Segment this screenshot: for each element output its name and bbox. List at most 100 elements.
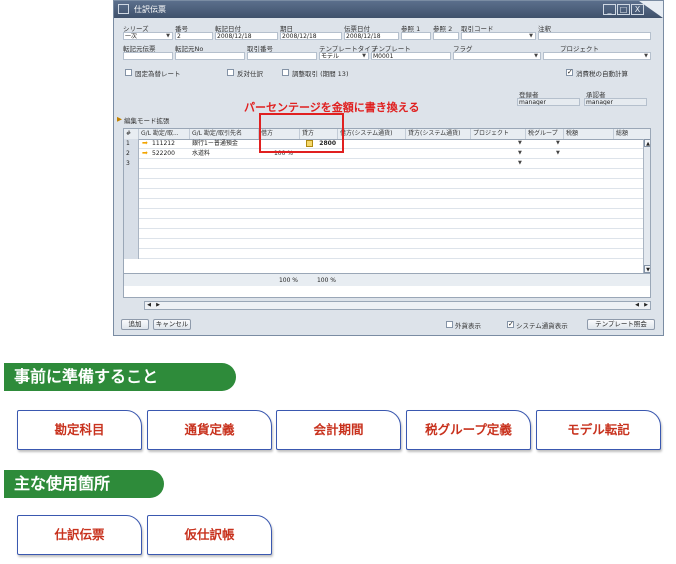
title-bar: 仕訳伝票 _ □ X [114,1,663,18]
highlight-box [259,113,344,153]
row-number: 2 [124,149,139,159]
table-row[interactable] [124,199,650,209]
table-row[interactable] [124,209,650,219]
chevron-down-icon[interactable]: ▼ [556,149,560,159]
chevron-down-icon[interactable]: ▼ [556,139,560,149]
table-row[interactable]: 3 ▼ [124,159,650,169]
row-number [124,219,139,229]
table-row[interactable]: 1 ➡ 111212 銀行1ー普通預金 2800 ▼ ▼ [124,139,650,149]
auto-vat-checkbox[interactable] [566,68,573,76]
account-code[interactable]: 522200 [152,149,175,159]
table-row[interactable] [124,169,650,179]
table-row[interactable] [124,179,650,189]
maximize-button[interactable]: □ [617,4,630,15]
sys-currency-label: システム通貨表示 [516,322,568,330]
prep-item-period[interactable]: 会計期間 [276,410,401,450]
ref2-field[interactable] [433,32,459,40]
cancel-button[interactable]: キャンセル [153,319,191,330]
prep-item-account[interactable]: 勘定科目 [17,410,142,450]
template-type-value: モデル [321,53,340,60]
ref1-field[interactable] [401,32,431,40]
scroll-right-icon[interactable]: ▶ [154,302,162,309]
chevron-down-icon: ▼ [529,33,533,39]
origin-no-field [175,52,245,60]
adjustment-checkbox[interactable] [282,69,289,76]
table-row[interactable] [124,189,650,199]
edit-mode-label[interactable]: 編集モード拡張 [124,115,170,125]
scroll-left-icon[interactable]: ◀ [145,302,153,309]
due-date-field[interactable]: 2008/12/18 [280,32,342,40]
col-header-number: # [124,129,139,139]
title-corner-decoration [639,1,663,18]
creator-field: manager [517,98,580,106]
total-credit: 100 % [316,277,336,284]
indicator-select[interactable]: ▼ [453,52,541,60]
row-number [124,239,139,249]
row-number [124,179,139,189]
project-select[interactable]: ▼ [543,52,651,60]
table-row[interactable] [124,219,650,229]
scroll-left-icon[interactable]: ◀ [633,302,641,309]
journal-lines-grid: # G/L 勘定/取... G/L 勘定/取引先名 借方 貸方 借方(システム通… [123,128,651,298]
minimize-button[interactable]: _ [603,4,616,15]
template-lookup-button[interactable]: テンプレート照会 [587,319,655,330]
add-button[interactable]: 追加 [121,319,149,330]
prep-item-currency[interactable]: 通貨定義 [147,410,272,450]
approver-field: manager [584,98,647,106]
posting-date-field[interactable]: 2008/12/18 [215,32,278,40]
table-row[interactable] [124,239,650,249]
col-header-account: G/L 勘定/取... [139,129,190,139]
auto-vat-label: 消費税の自動計算 [576,70,628,78]
chevron-down-icon[interactable]: ▼ [518,159,522,169]
col-header-tax-amount: 税額 [564,129,614,139]
prep-section-banner: 事前に準備すること [4,363,236,391]
fixed-rate-checkbox[interactable] [125,69,132,76]
link-arrow-icon[interactable]: ➡ [142,149,148,159]
sys-currency-checkbox[interactable] [507,320,514,328]
template-type-select[interactable]: モデル ▼ [319,52,369,60]
usage-section-banner: 主な使用箇所 [4,470,164,498]
col-header-project: プロジェクト [471,129,526,139]
row-number: 3 [124,159,139,169]
number-field[interactable]: 2 [175,32,213,40]
table-row[interactable] [124,249,650,259]
doc-date-field[interactable]: 2008/12/18 [344,32,399,40]
chevron-down-icon: ▼ [166,33,170,39]
expand-triangle-icon[interactable]: ▶ [117,115,122,123]
remarks-field[interactable] [538,32,651,40]
link-arrow-icon[interactable]: ➡ [142,139,148,149]
scroll-down-icon[interactable]: ▼ [644,265,650,273]
horizontal-scrollbar[interactable]: ◀ ▶ ◀ ▶ [144,301,651,310]
account-code[interactable]: 111212 [152,139,175,149]
adjustment-label: 調整取引 (期間 13) [292,70,349,78]
row-number [124,209,139,219]
origin-doc-field [123,52,173,60]
row-number [124,199,139,209]
table-row[interactable] [124,229,650,239]
scroll-right-icon[interactable]: ▶ [642,302,650,309]
scroll-up-icon[interactable]: ▲ [644,139,650,147]
prep-item-model-posting[interactable]: モデル転記 [536,410,661,450]
col-header-debit-sys: 借方(システム通貨) [338,129,406,139]
transaction-no-field [247,52,317,60]
vertical-scrollbar[interactable]: ▲ ▼ [643,139,650,273]
journal-entry-window: 仕訳伝票 _ □ X シリーズ 番号 転記日付 期日 伝票日付 参照 1 参照 … [113,0,664,336]
template-field[interactable]: M0001 [371,52,451,60]
window-icon [118,4,129,14]
fc-display-label: 外貨表示 [455,322,481,330]
usage-item-journal-entry[interactable]: 仕訳伝票 [17,515,142,555]
chevron-down-icon[interactable]: ▼ [518,139,522,149]
reverse-checkbox[interactable] [227,69,234,76]
transaction-code-select[interactable]: ▼ [461,32,536,40]
series-select[interactable]: 一次 ▼ [123,32,173,40]
row-number [124,169,139,179]
series-value: 一次 [125,33,138,40]
row-number [124,189,139,199]
reverse-label: 反対仕訳 [237,70,263,78]
col-header-credit-sys: 貸方(システム通貨) [406,129,471,139]
fc-display-checkbox[interactable] [446,321,453,328]
table-row[interactable]: 2 ➡ 522200 水道料 100 % ▼ ▼ [124,149,650,159]
prep-item-tax-group[interactable]: 税グループ定義 [406,410,531,450]
usage-item-journal-voucher[interactable]: 仮仕訳帳 [147,515,272,555]
chevron-down-icon[interactable]: ▼ [518,149,522,159]
